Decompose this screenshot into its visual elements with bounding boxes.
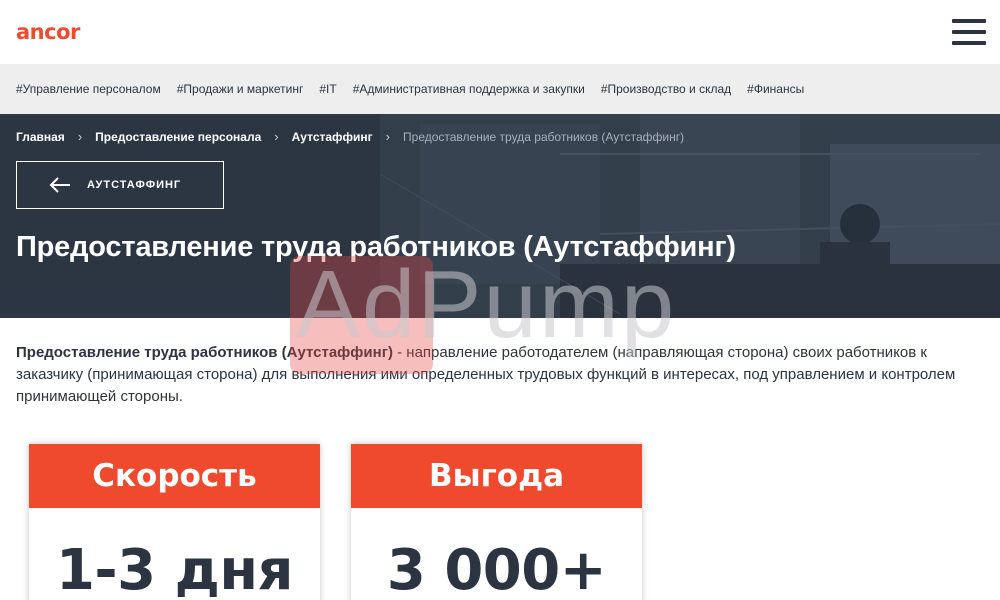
breadcrumb-current: Предоставление труда работников (Аутстаф… — [403, 129, 685, 144]
category-tags: #Управление персоналом #Продажи и маркет… — [0, 64, 1000, 114]
intro-paragraph: Предоставление труда работников (Аутстаф… — [0, 318, 990, 408]
page-title: Предоставление труда работников (Аутстаф… — [16, 231, 736, 263]
ancor-logo[interactable]: ancor — [16, 20, 80, 44]
menu-icon[interactable] — [952, 19, 986, 45]
tag-admin[interactable]: #Административная поддержка и закупки — [353, 82, 585, 96]
card-value: 1-3 дня — [55, 538, 294, 600]
breadcrumb-outstaffing[interactable]: Аутстаффинг — [292, 130, 373, 144]
back-button-label: АУТСТАФФИНГ — [87, 179, 182, 191]
tag-hr[interactable]: #Управление персоналом — [16, 82, 161, 96]
back-button[interactable]: АУТСТАФФИНГ — [16, 161, 224, 209]
breadcrumb-home[interactable]: Главная — [16, 130, 65, 144]
breadcrumb: Главная › Предоставление персонала › Аут… — [16, 114, 984, 159]
benefit-cards: Скорость 1-3 дня Выгода 3 000+ — [29, 444, 642, 600]
breadcrumb-staffing[interactable]: Предоставление персонала — [95, 130, 261, 144]
breadcrumb-separator: › — [77, 129, 83, 144]
benefit-card-speed: Скорость 1-3 дня — [29, 444, 320, 600]
site-header: ancor — [0, 0, 1000, 64]
arrow-left-icon — [49, 177, 70, 193]
card-title: Выгода — [351, 444, 642, 508]
tag-finance[interactable]: #Финансы — [747, 82, 804, 96]
breadcrumb-separator: › — [385, 129, 391, 144]
tag-production[interactable]: #Производство и склад — [601, 82, 731, 96]
card-value: 3 000+ — [386, 538, 607, 600]
card-title: Скорость — [29, 444, 320, 508]
tag-it[interactable]: #IT — [319, 82, 336, 96]
hero-banner: Главная › Предоставление персонала › Аут… — [0, 114, 1000, 318]
breadcrumb-separator: › — [274, 129, 279, 144]
benefit-card-profit: Выгода 3 000+ — [351, 444, 642, 600]
tag-sales[interactable]: #Продажи и маркетинг — [177, 82, 304, 96]
intro-bold: Предоставление труда работников (Аутстаф… — [16, 344, 393, 361]
